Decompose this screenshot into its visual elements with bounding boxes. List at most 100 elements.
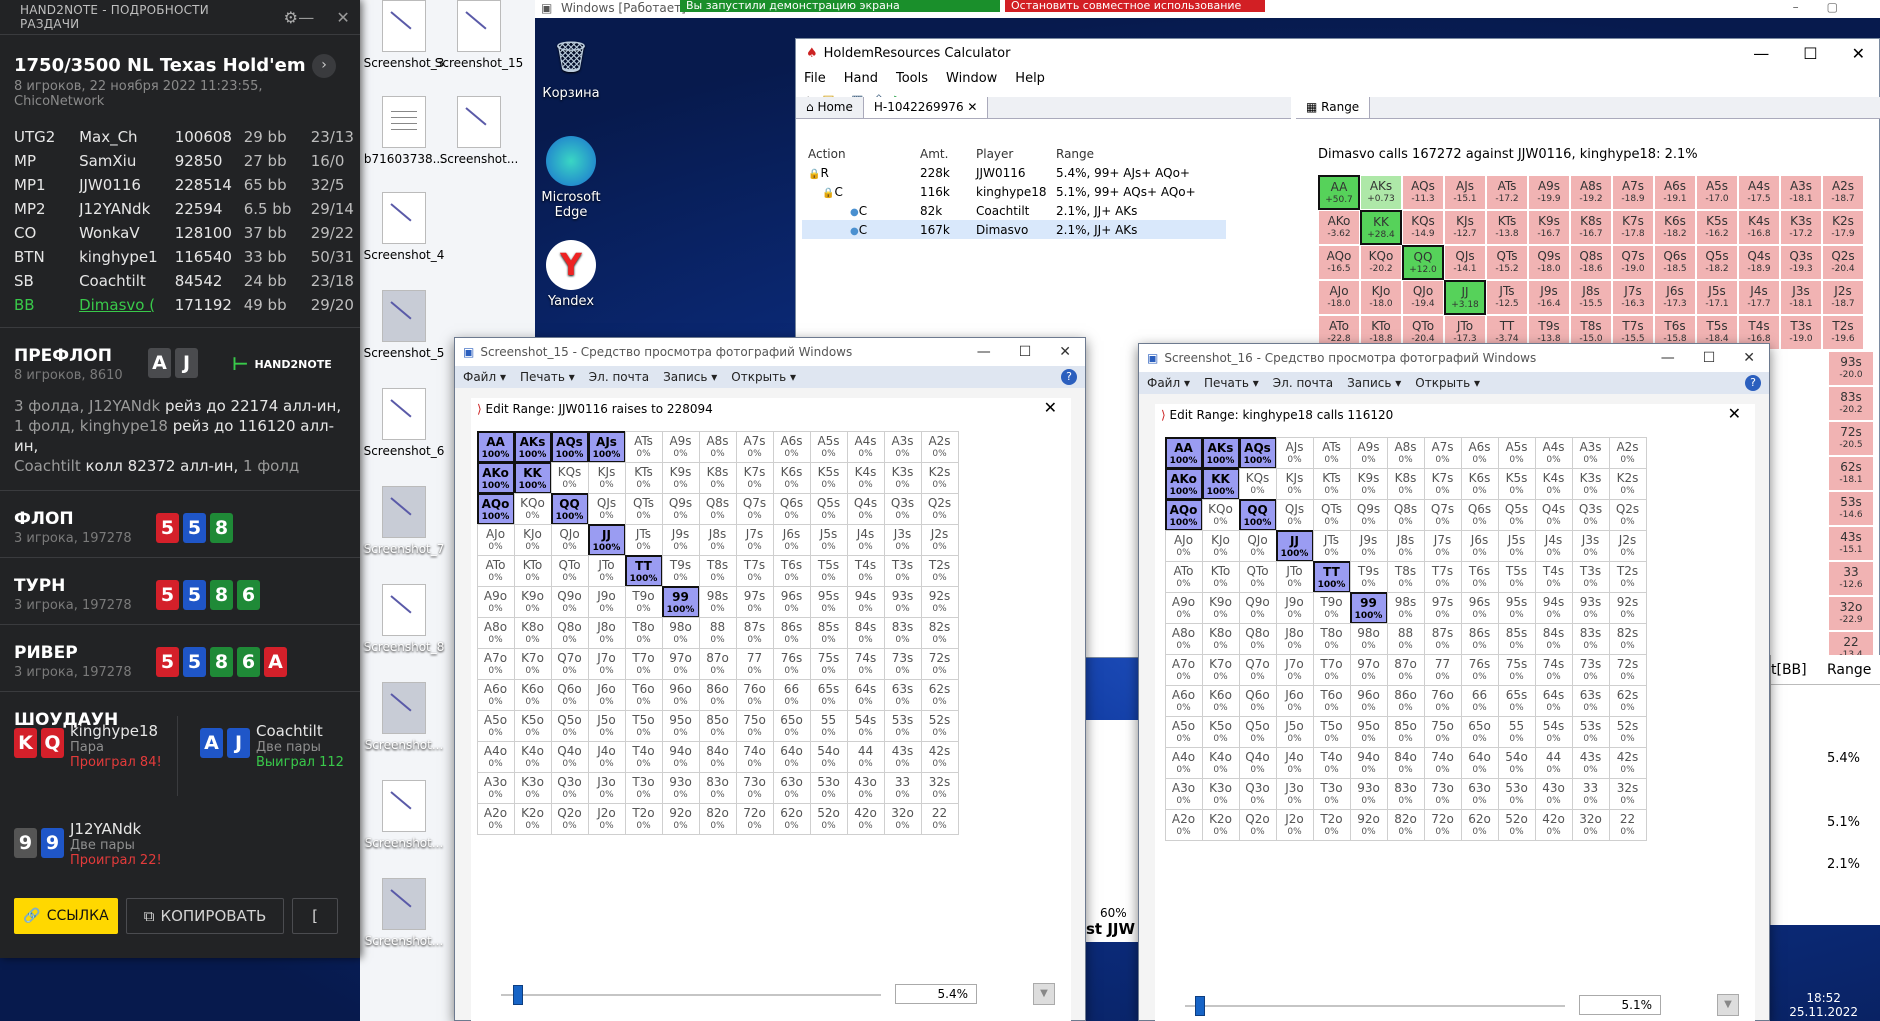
range-select-cell[interactable]: J4s 0% bbox=[1534, 529, 1573, 562]
range-select-cell[interactable]: J7o 0% bbox=[587, 647, 626, 680]
range-select-cell[interactable]: 75s 0% bbox=[1497, 653, 1536, 686]
range-select-cell[interactable]: T7s 0% bbox=[1423, 560, 1462, 593]
range-select-cell[interactable]: A3o 0% bbox=[476, 771, 515, 804]
range-select-cell[interactable]: J2o 0% bbox=[587, 802, 626, 835]
range-select-cell[interactable]: T5o 0% bbox=[1312, 715, 1351, 748]
range-select-cell[interactable]: 87o 0% bbox=[1386, 653, 1425, 686]
range-select-cell[interactable]: 96s 0% bbox=[772, 585, 811, 618]
range-select-cell[interactable]: J9o 0% bbox=[587, 585, 626, 618]
viewer2-window-controls[interactable]: — ☐ ✕ bbox=[1661, 350, 1769, 366]
range-select-cell[interactable]: Q5o 0% bbox=[550, 709, 589, 742]
range-select-cell[interactable]: J6o 0% bbox=[1275, 684, 1314, 717]
viewer-menu-item[interactable]: Эл. почта bbox=[1273, 376, 1333, 390]
range-select-cell[interactable]: 44 0% bbox=[846, 740, 885, 773]
viewer-menu-item[interactable]: Запись ▾ bbox=[663, 370, 717, 384]
range-select-cell[interactable]: 92s 0% bbox=[1608, 591, 1647, 624]
player-row[interactable]: MP SamXiu 92850 27 bb 16/0 bbox=[14, 149, 360, 173]
player-row[interactable]: SB Coachtilt 84542 24 bb 23/18 bbox=[14, 269, 360, 293]
range-select-cell[interactable]: 94o 0% bbox=[661, 740, 700, 773]
range-cell[interactable]: A8s -19.2 bbox=[1570, 175, 1612, 210]
range-select-cell[interactable]: 52s 0% bbox=[1608, 715, 1647, 748]
range-select-cell[interactable]: 96o 0% bbox=[1349, 684, 1388, 717]
range-select-cell[interactable]: 97o 0% bbox=[1349, 653, 1388, 686]
range-select-cell[interactable]: 98s 0% bbox=[1386, 591, 1425, 624]
range-select-cell[interactable]: K9s 0% bbox=[661, 461, 700, 494]
range-select-cell[interactable]: K6s 0% bbox=[1460, 467, 1499, 500]
range-cell[interactable]: 83s -20.2 bbox=[1828, 386, 1874, 421]
close-icon[interactable]: ✕ bbox=[1743, 350, 1755, 366]
range-select-cell[interactable]: AQo 100% bbox=[1164, 498, 1203, 531]
range-select-cell[interactable]: 32o 0% bbox=[1571, 808, 1610, 841]
range-select-cell[interactable]: A8s 0% bbox=[698, 430, 737, 463]
range-select-cell[interactable]: K6s 0% bbox=[772, 461, 811, 494]
range-select-cell[interactable]: KTs 0% bbox=[624, 461, 663, 494]
range-select-cell[interactable]: 74s 0% bbox=[1534, 653, 1573, 686]
range-select-cell[interactable]: QQ 100% bbox=[550, 492, 589, 525]
range-select-cell[interactable]: K2s 0% bbox=[920, 461, 959, 494]
range-select-cell[interactable]: K8s 0% bbox=[698, 461, 737, 494]
range-select-cell[interactable]: J3s 0% bbox=[1571, 529, 1610, 562]
viewer-menu-item[interactable]: Печать ▾ bbox=[1204, 376, 1259, 390]
stop-sharing-button[interactable]: Остановить совместное использование bbox=[1005, 0, 1265, 12]
viewer-menu-item[interactable]: Печать ▾ bbox=[520, 370, 575, 384]
maximize-icon[interactable]: ☐ bbox=[1703, 350, 1716, 366]
player-row[interactable]: UTG2 Max_Ch 100608 29 bb 23/13 bbox=[14, 125, 360, 149]
range-select-cell[interactable]: 99 100% bbox=[661, 585, 700, 618]
range-select-cell[interactable]: K5o 0% bbox=[1201, 715, 1240, 748]
range-cell[interactable]: J6s -17.3 bbox=[1654, 280, 1696, 315]
range-cell[interactable]: KJo -18.0 bbox=[1360, 280, 1402, 315]
range-cell[interactable]: JJ +3.18 bbox=[1444, 280, 1486, 315]
range-select-cell[interactable]: 33 0% bbox=[1571, 777, 1610, 810]
range-select-cell[interactable]: Q5o 0% bbox=[1238, 715, 1277, 748]
range-select-cell[interactable]: T6o 0% bbox=[624, 678, 663, 711]
range-select-cell[interactable]: A2s 0% bbox=[1608, 436, 1647, 469]
range-cell[interactable]: K5s -16.2 bbox=[1696, 210, 1738, 245]
range-select-cell[interactable]: QJs 0% bbox=[1275, 498, 1314, 531]
menu-help[interactable]: Help bbox=[1015, 71, 1045, 86]
range-cell[interactable]: Q7s -19.0 bbox=[1612, 245, 1654, 280]
viewer2-slider-track[interactable] bbox=[1185, 1005, 1565, 1007]
range-select-cell[interactable]: K4s 0% bbox=[1534, 467, 1573, 500]
range-select-cell[interactable]: Q9o 0% bbox=[1238, 591, 1277, 624]
range-cell[interactable]: 72s -20.5 bbox=[1828, 421, 1874, 456]
desktop-file-icon[interactable]: Screenshot... bbox=[433, 96, 525, 166]
range-select-cell[interactable]: JTo 0% bbox=[1275, 560, 1314, 593]
range-select-cell[interactable]: Q4o 0% bbox=[1238, 746, 1277, 779]
range-select-cell[interactable]: 98o 0% bbox=[1349, 622, 1388, 655]
player-row[interactable]: MP2 J12YANdk 22594 6.5 bb 29/14 bbox=[14, 197, 360, 221]
range-select-cell[interactable]: Q2o 0% bbox=[550, 802, 589, 835]
range-select-cell[interactable]: AKo 100% bbox=[1164, 467, 1203, 500]
range-select-cell[interactable]: 42s 0% bbox=[1608, 746, 1647, 779]
range-select-cell[interactable]: 66 0% bbox=[772, 678, 811, 711]
range-select-cell[interactable]: 82o 0% bbox=[1386, 808, 1425, 841]
range-select-cell[interactable]: 75s 0% bbox=[809, 647, 848, 680]
range-select-cell[interactable]: 92o 0% bbox=[661, 802, 700, 835]
range-select-cell[interactable]: T5o 0% bbox=[624, 709, 663, 742]
minimize-icon[interactable]: — bbox=[1753, 44, 1769, 63]
range-select-cell[interactable]: Q4s 0% bbox=[846, 492, 885, 525]
chevron-right-icon[interactable]: › bbox=[312, 54, 336, 78]
range-cell[interactable]: KQs -14.9 bbox=[1402, 210, 1444, 245]
range-cell[interactable]: Q6s -18.5 bbox=[1654, 245, 1696, 280]
range-select-cell[interactable]: 83o 0% bbox=[1386, 777, 1425, 810]
range-select-cell[interactable]: J3o 0% bbox=[587, 771, 626, 804]
range-select-cell[interactable]: 74s 0% bbox=[846, 647, 885, 680]
menu-file[interactable]: File bbox=[804, 71, 826, 86]
range-select-cell[interactable]: Q5s 0% bbox=[1497, 498, 1536, 531]
range-select-cell[interactable]: K9o 0% bbox=[1201, 591, 1240, 624]
action-row[interactable]: 🔒 R 228k JJW0116 5.4%, 99+ AJs+ AQo+ bbox=[802, 163, 1226, 182]
desktop-file-icon[interactable]: Screenshot_8 bbox=[358, 584, 450, 654]
range-select-cell[interactable]: T4o 0% bbox=[624, 740, 663, 773]
player-row[interactable]: BTN kinghype1 116540 33 bb 50/31 bbox=[14, 245, 360, 269]
range-select-cell[interactable]: 52o 0% bbox=[809, 802, 848, 835]
range-select-cell[interactable]: T8o 0% bbox=[1312, 622, 1351, 655]
range-select-cell[interactable]: 76s 0% bbox=[772, 647, 811, 680]
range-select-cell[interactable]: K2o 0% bbox=[1201, 808, 1240, 841]
range-cell[interactable]: Q9s -18.0 bbox=[1528, 245, 1570, 280]
range-cell[interactable]: JTs -12.5 bbox=[1486, 280, 1528, 315]
range-cell[interactable]: AQo -16.5 bbox=[1318, 245, 1360, 280]
range-select-cell[interactable]: Q2o 0% bbox=[1238, 808, 1277, 841]
range-select-cell[interactable]: J2o 0% bbox=[1275, 808, 1314, 841]
help-icon[interactable]: ? bbox=[1745, 375, 1761, 391]
range-select-cell[interactable]: A3s 0% bbox=[883, 430, 922, 463]
